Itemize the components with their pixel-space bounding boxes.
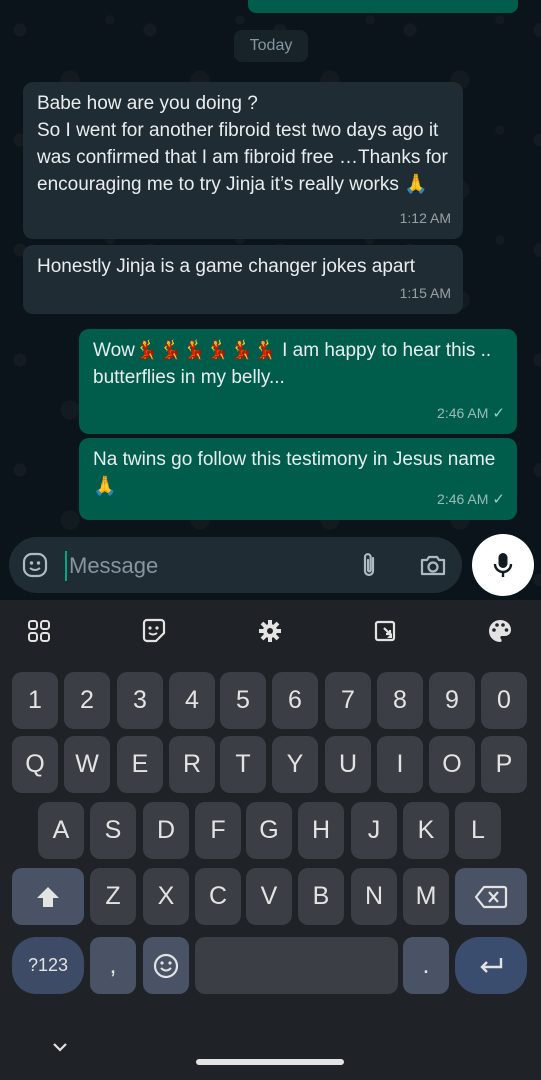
key-8[interactable]: 8 [377,672,423,729]
sticker-icon[interactable] [137,614,171,648]
key-v[interactable]: V [246,868,292,925]
apps-grid-icon[interactable] [22,614,56,648]
message-bubble-incoming[interactable]: Babe how are you doing ? So I went for a… [23,82,463,239]
microphone-button[interactable] [472,534,534,596]
message-time: 1:12 AM [399,210,451,226]
key-9[interactable]: 9 [429,672,475,729]
home-indicator[interactable] [196,1059,344,1065]
message-bubble-incoming[interactable]: Honestly Jinja is a game changer jokes a… [23,245,463,314]
shift-icon [37,886,59,907]
microphone-icon [493,553,513,577]
backspace-key[interactable] [455,868,527,925]
backspace-icon [474,885,508,908]
key-6[interactable]: 6 [272,672,318,729]
keyboard: 1 2 3 4 5 6 7 8 9 0 Q W E R T Y U I O P … [0,600,541,1080]
key-c[interactable]: C [195,868,241,925]
spacebar-key[interactable] [195,937,398,994]
key-k[interactable]: K [403,802,449,859]
key-l[interactable]: L [455,802,501,859]
key-h[interactable]: H [298,802,344,859]
shift-key[interactable] [12,868,84,925]
key-q[interactable]: Q [12,736,58,793]
key-a[interactable]: A [38,802,84,859]
key-3[interactable]: 3 [117,672,163,729]
paperclip-icon[interactable] [354,549,386,581]
sticker-emoji-icon[interactable] [19,549,51,581]
message-time: 2:46 AM [437,405,489,421]
settings-gear-icon[interactable] [253,614,287,648]
key-s[interactable]: S [90,802,136,859]
key-e[interactable]: E [117,736,163,793]
message-time: 1:15 AM [399,285,451,301]
camera-icon[interactable] [417,549,449,581]
key-5[interactable]: 5 [220,672,266,729]
key-1[interactable]: 1 [12,672,58,729]
key-7[interactable]: 7 [325,672,371,729]
key-t[interactable]: T [220,736,266,793]
key-0[interactable]: 0 [481,672,527,729]
key-i[interactable]: I [377,736,423,793]
message-meta: 1:12 AM [400,205,451,232]
message-meta: 1:15 AM [400,280,451,307]
clipboard-icon[interactable] [368,614,402,648]
key-g[interactable]: G [246,802,292,859]
key-f[interactable]: F [195,802,241,859]
key-m[interactable]: M [403,868,449,925]
date-separator: Today [234,30,308,62]
message-input[interactable] [65,551,335,581]
keyboard-toolbar [0,600,541,662]
key-j[interactable]: J [351,802,397,859]
key-w[interactable]: W [64,736,110,793]
message-bubble-outgoing[interactable]: Wow💃💃💃💃💃💃 I am happy to hear this .. but… [79,329,517,434]
key-2[interactable]: 2 [64,672,110,729]
message-text: Honestly Jinja is a game changer jokes a… [37,256,416,277]
emoji-smile-icon [153,953,179,978]
key-u[interactable]: U [325,736,371,793]
emoji-key[interactable] [143,937,189,994]
symbols-key[interactable]: ?123 [12,937,84,994]
message-text: Wow💃💃💃💃💃💃 I am happy to hear this .. but… [93,340,497,388]
key-b[interactable]: B [298,868,344,925]
message-time: 2:46 AM [437,491,489,507]
key-d[interactable]: D [143,802,189,859]
message-meta: 2:46 AM ✓ [437,400,505,427]
sent-check-icon: ✓ [492,491,505,508]
message-bubble-outgoing[interactable]: Na twins go follow this testimony in Jes… [79,438,517,520]
message-text: Babe how are you doing ? So I went for a… [37,93,448,195]
key-r[interactable]: R [169,736,215,793]
message-meta: 2:46 AM ✓ [437,486,505,513]
enter-key[interactable] [455,937,527,994]
previous-sent-message[interactable] [248,0,518,13]
comma-key[interactable]: , [90,937,136,994]
key-o[interactable]: O [429,736,475,793]
key-n[interactable]: N [351,868,397,925]
enter-return-icon [480,957,503,973]
period-key[interactable]: . [403,937,449,994]
chat-area[interactable]: Today Babe how are you doing ? So I went… [0,0,541,600]
key-z[interactable]: Z [90,868,136,925]
sent-check-icon: ✓ [492,405,505,422]
key-y[interactable]: Y [272,736,318,793]
key-p[interactable]: P [481,736,527,793]
key-4[interactable]: 4 [169,672,215,729]
chevron-down-icon[interactable] [48,1035,72,1059]
key-x[interactable]: X [143,868,189,925]
message-composer [9,537,462,593]
theme-palette-icon[interactable] [483,614,517,648]
